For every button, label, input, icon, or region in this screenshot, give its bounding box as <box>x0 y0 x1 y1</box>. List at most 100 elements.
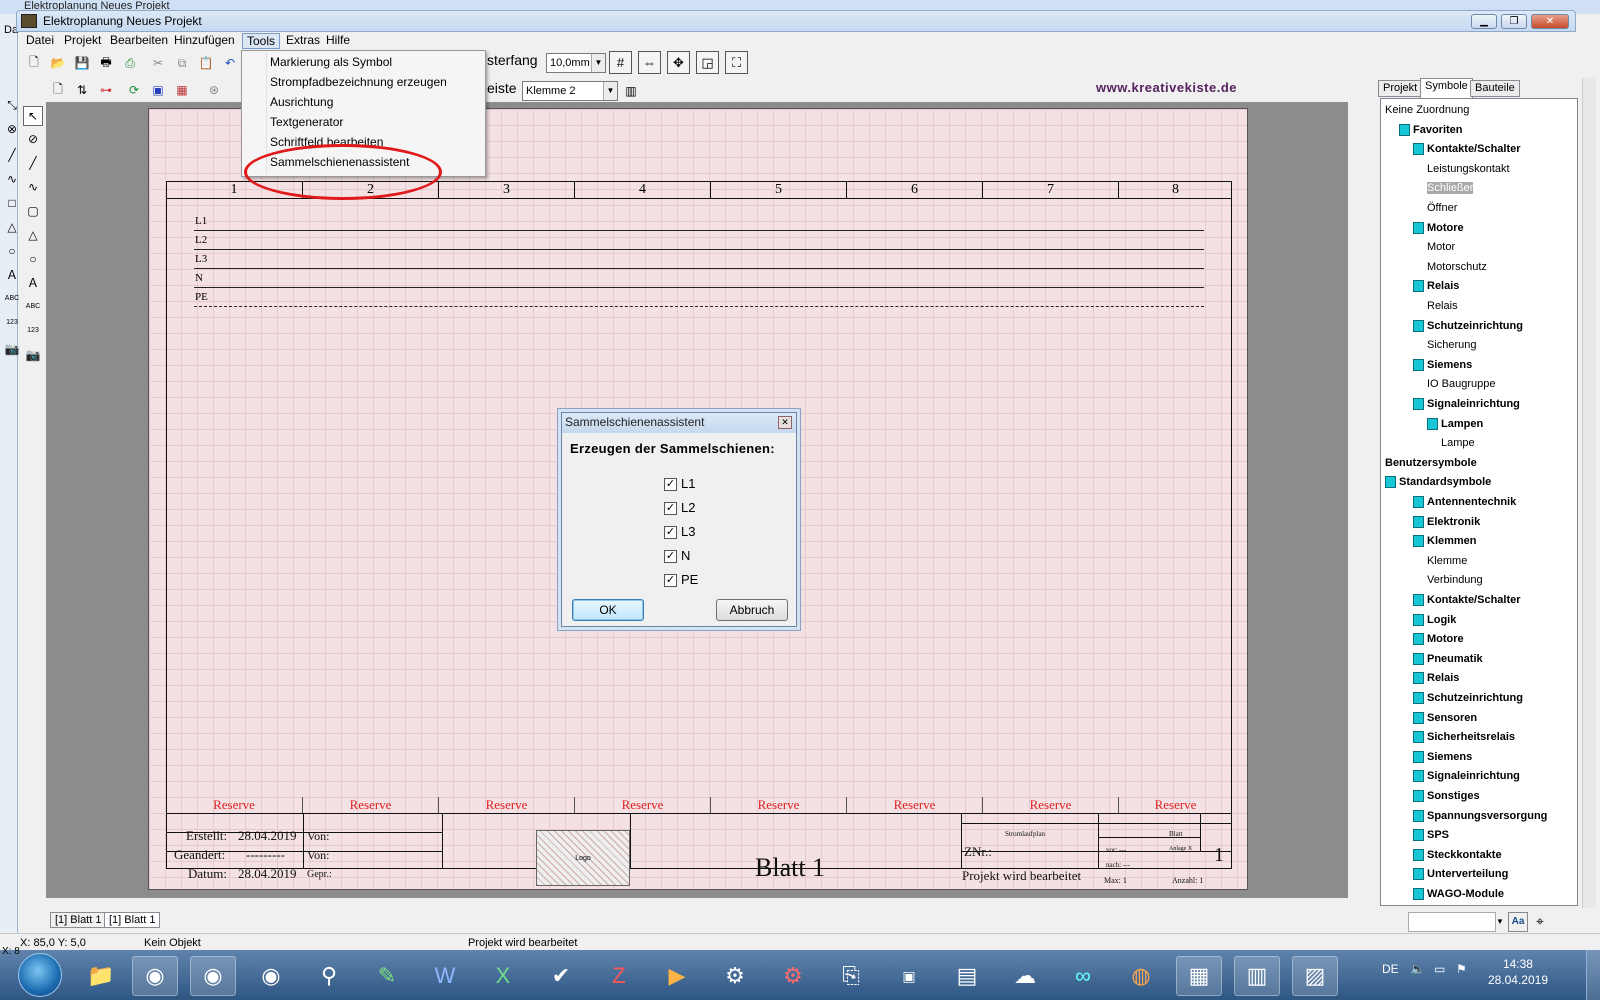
component-icon[interactable]: ▣ <box>148 80 168 100</box>
checkbox-box[interactable]: ✓ <box>664 478 677 492</box>
tree-node[interactable]: Relais <box>1413 279 1459 293</box>
tree-node[interactable]: Keine Zuordnung <box>1385 103 1469 117</box>
tree-node[interactable]: Sicherung <box>1427 338 1477 352</box>
paste-icon[interactable]: 📋 <box>196 53 216 73</box>
grid-icon[interactable]: # <box>609 51 632 74</box>
camera-alt-icon[interactable]: 📷 <box>23 346 43 366</box>
show-desktop-button[interactable] <box>1586 950 1600 1000</box>
chrome-icon[interactable]: ◉ <box>132 956 178 996</box>
elektro-app-icon[interactable]: ▦ <box>1176 956 1222 996</box>
tab-projekt[interactable]: Projekt <box>1378 80 1423 97</box>
busbar-n[interactable] <box>194 287 1204 288</box>
close-button[interactable]: ✕ <box>1531 14 1569 29</box>
cut-icon[interactable]: ✂ <box>148 53 168 73</box>
tree-node[interactable]: Öffner <box>1427 201 1457 215</box>
menu-item-ausrichtung[interactable]: Ausrichtung <box>270 93 333 111</box>
checkbox-pe[interactable]: ✓ PE <box>664 571 698 589</box>
chrome-icon[interactable]: ◉ <box>248 956 294 996</box>
menu-hilfe[interactable]: Hilfe <box>322 33 354 49</box>
leiste-select[interactable]: Klemme 2 ▼ <box>522 81 618 101</box>
checkbox-l3[interactable]: ✓ L3 <box>664 523 695 541</box>
move-icon[interactable]: ✥ <box>667 51 690 74</box>
search-tool-icon[interactable]: ⚲ <box>306 956 352 996</box>
ok-button[interactable]: OK <box>572 599 644 621</box>
tree-node[interactable]: Logik <box>1413 613 1456 627</box>
tree-node[interactable]: Kontakte/Schalter <box>1413 593 1521 607</box>
checkbox-box[interactable]: ✓ <box>664 574 677 588</box>
curve-icon[interactable]: ∿ <box>2 170 22 190</box>
numbers-icon[interactable]: 123 <box>2 314 22 334</box>
tree-search-input[interactable] <box>1408 912 1496 932</box>
match-case-icon[interactable]: Aa <box>1508 912 1528 932</box>
pointer-icon[interactable]: ↖ <box>23 106 43 126</box>
busbar-pe[interactable] <box>194 306 1204 307</box>
menu-projekt[interactable]: Projekt <box>60 33 105 49</box>
tree-node[interactable]: Klemme <box>1427 554 1467 568</box>
cancel-button[interactable]: Abbruch <box>716 599 788 621</box>
flag-icon[interactable]: ⚑ <box>1456 962 1467 976</box>
tree-node[interactable]: WAGO-Module <box>1413 887 1504 901</box>
camera-icon[interactable]: 📷 <box>2 340 22 360</box>
tree-node[interactable]: Schutzeinrichtung <box>1413 691 1523 705</box>
tree-node[interactable]: Standardsymbole <box>1385 475 1491 489</box>
circle-x-icon[interactable]: ⊘ <box>23 130 43 150</box>
symbol-tree[interactable]: Keine Zuordnung Favoriten Kontakte/Schalte… <box>1380 98 1578 906</box>
tree-node[interactable]: Lampen <box>1427 417 1483 431</box>
checkbox-l2[interactable]: ✓ L2 <box>664 499 695 517</box>
tree-node[interactable]: Motore <box>1413 632 1464 646</box>
zoom-fit-icon[interactable]: ⛶ <box>725 51 748 74</box>
firefox-icon[interactable]: ◍ <box>1118 956 1164 996</box>
tree-node[interactable]: Siemens <box>1413 750 1472 764</box>
text-alt-icon[interactable]: Ａ <box>23 274 43 294</box>
busbar-l3[interactable] <box>194 268 1204 269</box>
terminal-icon[interactable]: ⊶ <box>96 80 116 100</box>
tree-node[interactable]: Motor <box>1427 240 1455 254</box>
tab-symbole[interactable]: Symbole <box>1420 78 1473 98</box>
circle-alt-icon[interactable]: ○ <box>23 250 43 270</box>
dialog-title[interactable]: Sammelschienenassistent <box>562 413 796 433</box>
robo-app-icon[interactable]: ▤ <box>944 956 990 996</box>
checkbox-n[interactable]: ✓ N <box>664 547 690 565</box>
zoom-window-icon[interactable]: ◲ <box>696 51 719 74</box>
rectangle-alt-icon[interactable]: ▢ <box>23 202 43 222</box>
curve-alt-icon[interactable]: ∿ <box>23 178 43 198</box>
tree-node[interactable]: IO Baugruppe <box>1427 377 1496 391</box>
sheet-tab-active[interactable]: [1] Blatt 1 <box>104 912 161 928</box>
logo-app-icon[interactable]: ▣ <box>886 956 932 996</box>
website-link[interactable]: www.kreativekiste.de <box>1096 80 1237 95</box>
tree-node[interactable]: Antennentechnik <box>1413 495 1516 509</box>
tree-node[interactable]: SPS <box>1413 828 1449 842</box>
tree-node[interactable]: Steckkontakte <box>1413 848 1502 862</box>
tree-node[interactable]: Schließer <box>1427 181 1474 195</box>
tree-node[interactable]: Elektronik <box>1413 515 1480 529</box>
tree-node[interactable]: Verbindung <box>1427 573 1483 587</box>
checkbox-l1[interactable]: ✓ L1 <box>664 475 695 493</box>
tree-node[interactable]: Relais <box>1427 299 1458 313</box>
select-icon[interactable]: ⤡ <box>2 96 22 116</box>
triangle-icon[interactable]: △ <box>2 218 22 238</box>
tree-node[interactable]: Leistungskontakt <box>1427 162 1510 176</box>
chevron-down-icon[interactable]: ▼ <box>1496 912 1506 932</box>
new-file-icon[interactable]: 🗋 <box>24 53 44 73</box>
word-icon[interactable]: W <box>422 956 468 996</box>
language-indicator[interactable]: DE <box>1382 962 1399 976</box>
green-app-icon[interactable]: ✎ <box>364 956 410 996</box>
tree-node[interactable]: Pneumatik <box>1413 652 1483 666</box>
cloud-upload-icon[interactable]: ☁ <box>1002 956 1048 996</box>
windows-start-icon[interactable] <box>18 953 62 997</box>
abc-text-icon[interactable]: ABC <box>2 290 22 310</box>
tree-node[interactable]: Motorschutz <box>1427 260 1487 274</box>
tree-node[interactable]: Motore <box>1413 221 1464 235</box>
rectangle-icon[interactable]: □ <box>2 194 22 214</box>
menu-bearbeiten[interactable]: Bearbeiten <box>106 33 172 49</box>
page-icon[interactable]: 🗋 <box>48 80 68 100</box>
chrome-icon[interactable]: ◉ <box>190 956 236 996</box>
tree-node[interactable]: Kontakte/Schalter <box>1413 142 1521 156</box>
disabled-tool-icon[interactable]: ⊛ <box>204 80 224 100</box>
fit-width-icon[interactable]: ⇔ <box>638 51 661 74</box>
triangle-alt-icon[interactable]: △ <box>23 226 43 246</box>
tree-node[interactable]: Lampe <box>1441 436 1475 450</box>
photo-app-icon[interactable]: ▨ <box>1292 956 1338 996</box>
menu-item-markierung[interactable]: Markierung als Symbol <box>270 53 392 71</box>
menu-item-textgenerator[interactable]: Textgenerator <box>270 113 343 131</box>
